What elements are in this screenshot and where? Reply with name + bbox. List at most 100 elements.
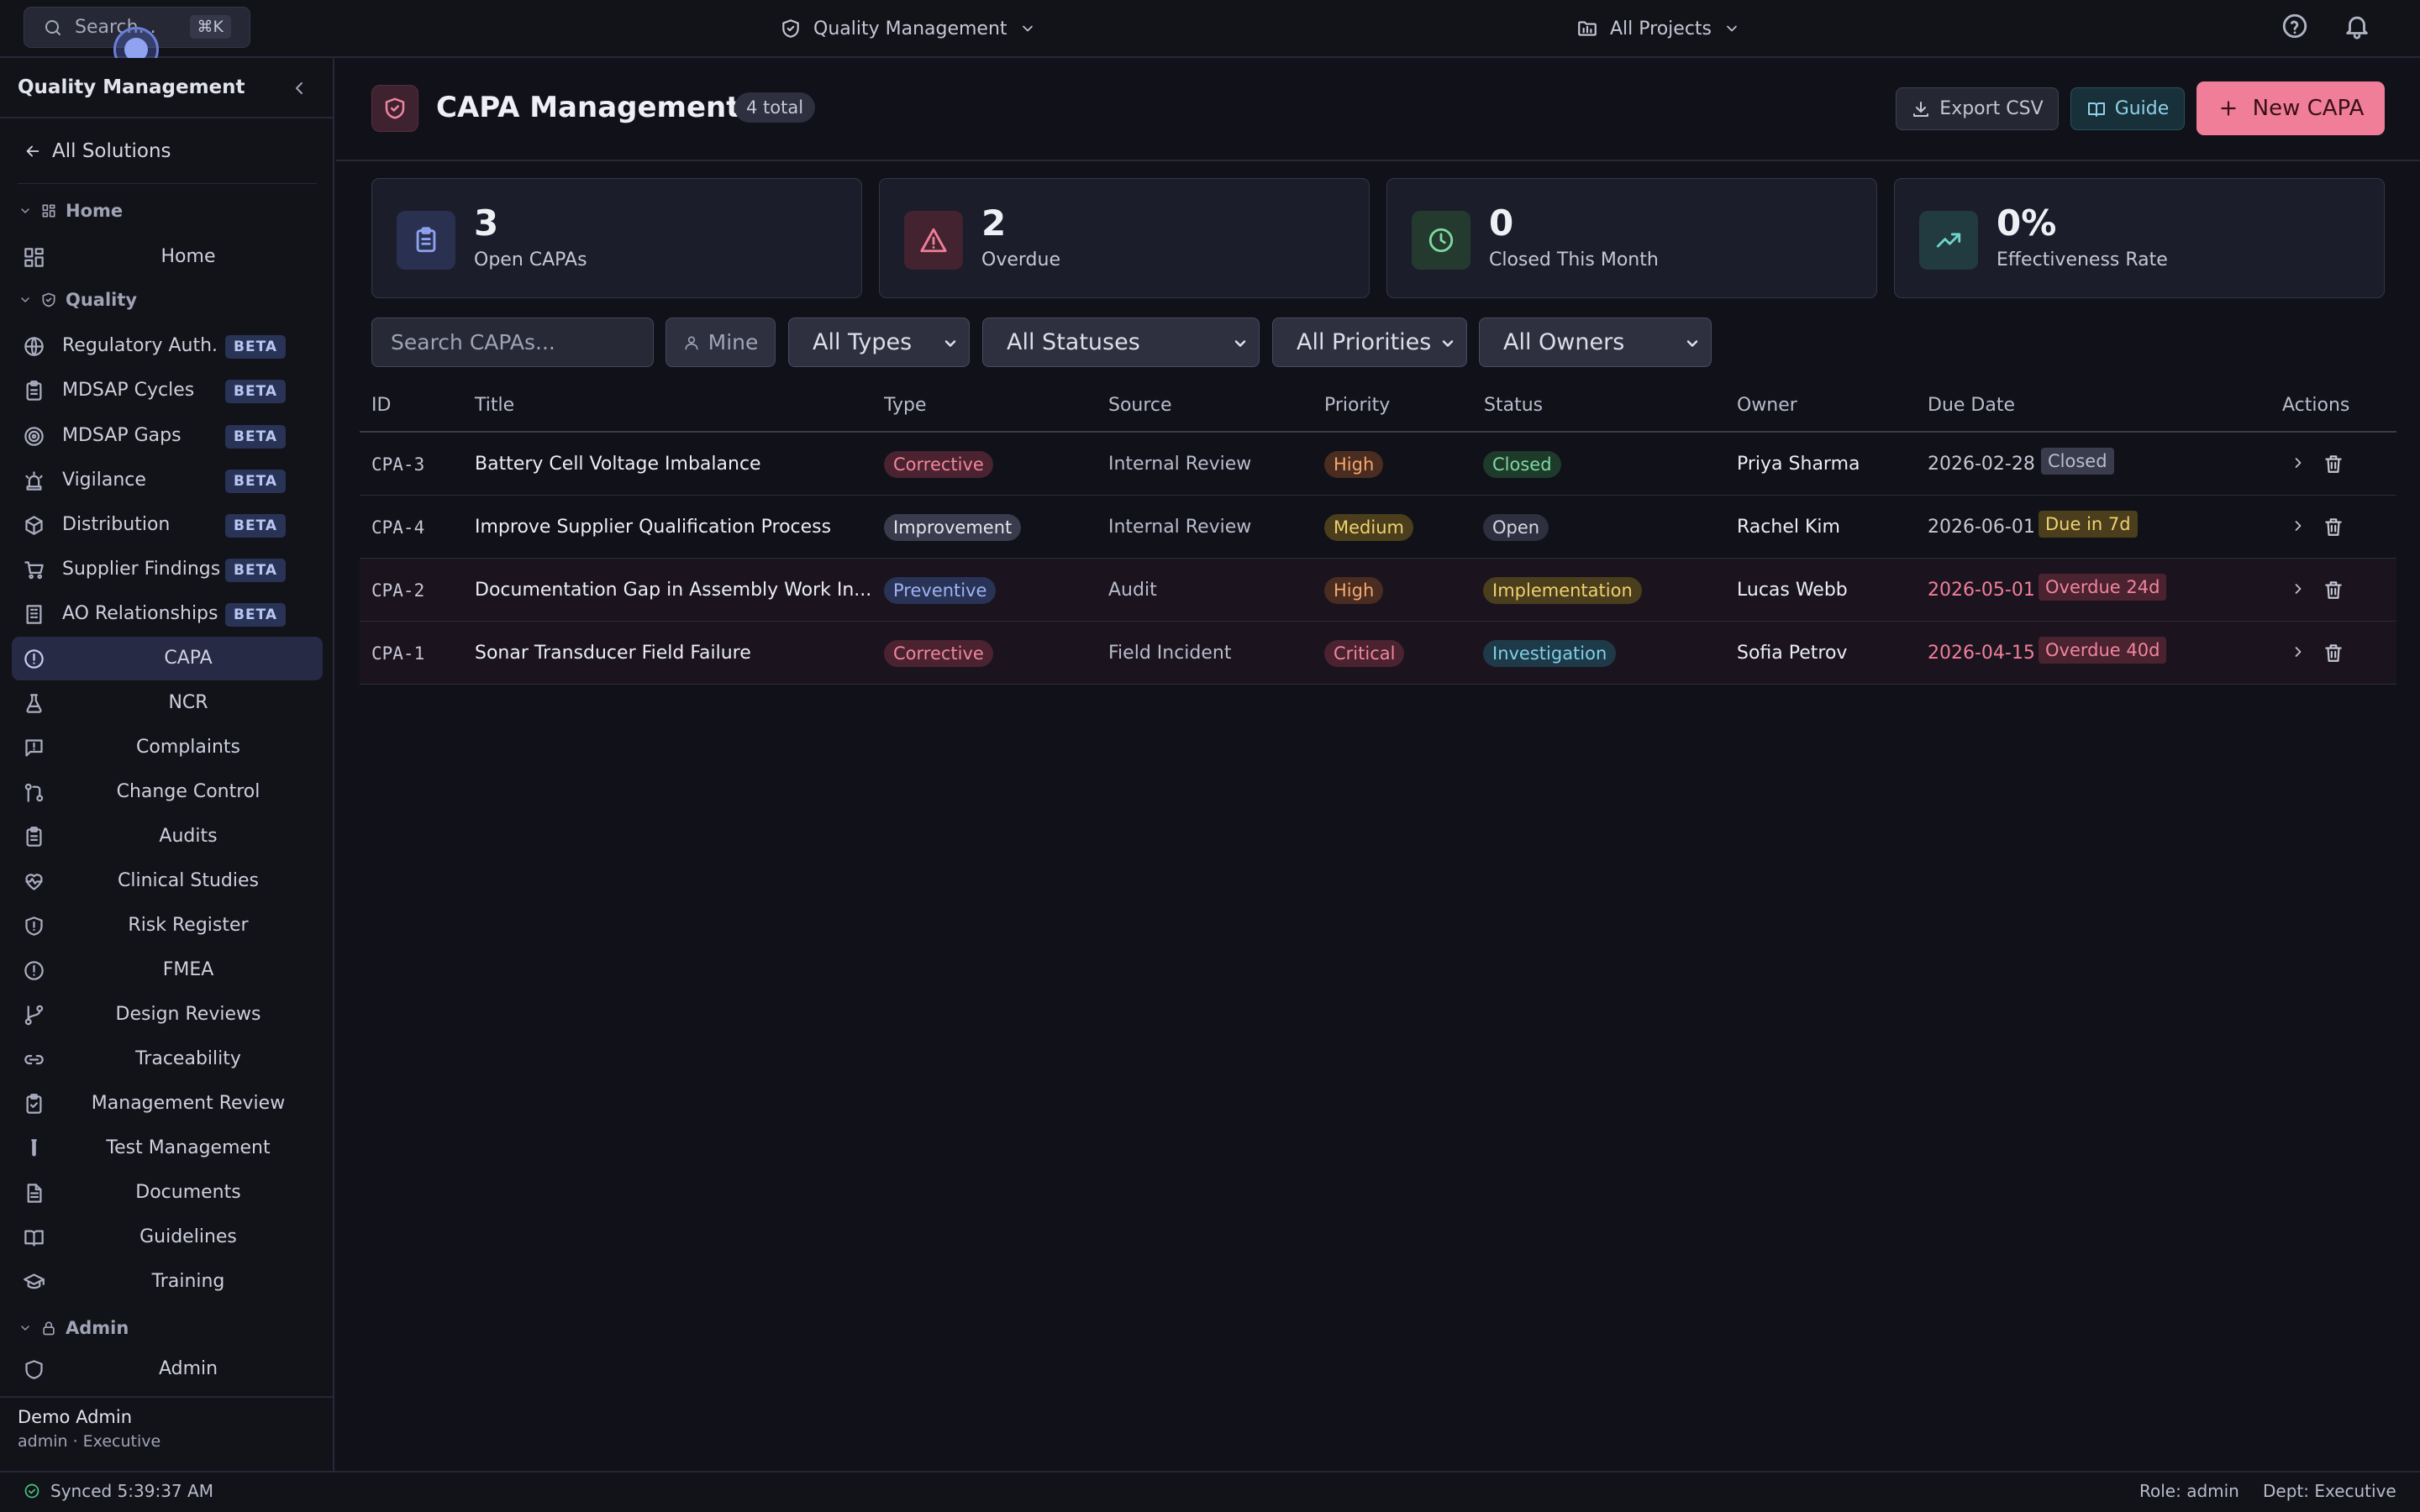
sidebar-item-audits[interactable]: Audits [12,815,323,858]
sidebar-item-change-control[interactable]: Change Control [12,770,323,814]
search-capas-input[interactable] [371,318,654,367]
project-switcher[interactable]: All Projects [1576,13,1740,44]
chevron-right-icon[interactable] [2290,517,2307,534]
role-info: Role: admin [2139,1481,2239,1501]
stat-icon-box [1412,211,1470,270]
column-header-title[interactable]: Title [475,395,514,416]
priority-pill: Medium [1324,514,1413,541]
test-tube-icon [31,1139,37,1157]
chevron-down-icon [1442,340,1454,347]
search-icon [45,19,60,35]
sidebar-item-ao-relationships[interactable]: AO Relationships BETA [12,592,323,636]
sidebar-item-risk-register[interactable]: Risk Register [12,904,323,948]
column-header-owner[interactable]: Owner [1737,395,1797,416]
column-header-status[interactable]: Status [1484,395,1543,416]
user-name[interactable]: Demo Admin [18,1407,132,1427]
chevron-down-icon [21,208,29,213]
owner-filter-select[interactable]: All Owners [1479,318,1712,367]
new-capa-button[interactable]: New CAPA [2196,81,2385,135]
sidebar-item-label: Distribution [62,514,171,535]
sidebar-item-management-review[interactable]: Management Review [12,1082,323,1126]
capa-owner: Lucas Webb [1737,580,1848,601]
mine-filter-button[interactable]: Mine [666,318,776,367]
sidebar-item-documents[interactable]: Documents [12,1171,323,1215]
trash-icon[interactable] [2323,516,2344,538]
sidebar-item-traceability[interactable]: Traceability [12,1037,323,1081]
sidebar-item-distribution[interactable]: Distribution BETA [12,503,323,547]
status-pill: Implementation [1483,577,1642,604]
section-quality[interactable]: Quality [18,290,137,310]
sidebar-item-guidelines[interactable]: Guidelines [12,1215,323,1259]
trash-icon[interactable] [2323,453,2344,475]
sidebar-item-regulatory-auth[interactable]: Regulatory Auth. BETA [12,324,323,368]
column-header-priority[interactable]: Priority [1324,395,1390,416]
status-filter-select[interactable]: All Statuses [982,318,1260,367]
chevron-right-icon[interactable] [2290,454,2307,471]
sidebar-item-test-management[interactable]: Test Management [12,1126,323,1170]
column-header-type[interactable]: Type [884,395,927,416]
sidebar-item-label: Clinical Studies [118,870,259,891]
sidebar-item-mdsap-gaps[interactable]: MDSAP Gaps BETA [12,414,323,458]
bell-icon[interactable] [2343,12,2371,40]
priority-filter-select[interactable]: All Priorities [1272,318,1467,367]
help-icon[interactable] [2281,12,2309,40]
priority-pill: Critical [1324,640,1405,667]
sidebar-item-label: Training [151,1271,225,1292]
stat-value: 0 [1489,202,1514,244]
capa-title[interactable]: Improve Supplier Qualification Process [475,517,870,538]
trash-icon[interactable] [2323,642,2344,664]
table-row[interactable]: CPA-3 Battery Cell Voltage Imbalance Cor… [360,433,2396,496]
chevron-down-icon [1727,25,1737,32]
table-row[interactable]: CPA-2 Documentation Gap in Assembly Work… [360,559,2396,622]
trash-icon[interactable] [2323,579,2344,601]
collapse-sidebar-icon[interactable] [289,78,309,98]
book-open-icon [2087,102,2105,117]
folder-icon [1578,21,1597,36]
capa-title[interactable]: Battery Cell Voltage Imbalance [475,454,870,475]
export-csv-button[interactable]: Export CSV [1896,87,2059,130]
chevron-down-icon [21,297,29,302]
column-header-id[interactable]: ID [371,395,391,416]
section-admin[interactable]: Admin [18,1318,129,1338]
all-solutions-link[interactable]: All Solutions [24,140,171,162]
git-branch-icon [24,1005,44,1026]
type-filter-select[interactable]: All Types [788,318,970,367]
sidebar-item-clinical-studies[interactable]: Clinical Studies [12,859,323,903]
capa-title[interactable]: Documentation Gap in Assembly Work In... [475,580,870,601]
sidebar-item-capa[interactable]: CAPA [12,637,323,680]
priority-filter-value: All Priorities [1297,329,1432,355]
column-header-due-date[interactable]: Due Date [1928,395,2015,416]
sidebar-item-supplier-findings[interactable]: Supplier Findings BETA [12,548,323,591]
capa-title[interactable]: Sonar Transducer Field Failure [475,643,870,664]
sidebar-item-label: Traceability [135,1048,241,1069]
section-home[interactable]: Home [18,201,123,221]
solution-switcher[interactable]: Quality Management [780,13,1036,44]
due-date: 2026-04-15 [1928,643,2035,664]
project-switcher-label: All Projects [1610,18,1712,39]
shield-alert-icon [25,916,43,936]
column-header-source[interactable]: Source [1108,395,1172,416]
sidebar-item-label: Documents [135,1182,241,1203]
chevron-right-icon[interactable] [2290,643,2307,660]
sidebar-item-ncr[interactable]: NCR [12,681,323,725]
sidebar-item-design-reviews[interactable]: Design Reviews [12,993,323,1037]
chevron-right-icon[interactable] [2290,580,2307,597]
capa-owner: Priya Sharma [1737,454,1860,475]
sidebar-item-training[interactable]: Training [12,1260,323,1304]
capa-source: Internal Review [1108,454,1252,475]
table-row[interactable]: CPA-4 Improve Supplier Qualification Pro… [360,496,2396,559]
sidebar-item-admin[interactable]: Admin [12,1347,323,1391]
sidebar-item-complaints[interactable]: Complaints [12,726,323,769]
export-csv-label: Export CSV [1939,98,2044,119]
table-row[interactable]: CPA-1 Sonar Transducer Field Failure Cor… [360,622,2396,685]
sidebar-title: Quality Management [18,76,245,98]
capa-id: CPA-3 [371,454,425,475]
stat-label: Open CAPAs [474,249,587,270]
stat-card-open: 3 Open CAPAs [371,178,862,298]
sidebar-item-home[interactable]: Home [12,235,323,279]
mine-filter-label: Mine [708,330,759,354]
guide-button[interactable]: Guide [2070,87,2185,130]
sidebar-item-fmea[interactable]: FMEA [12,948,323,992]
sidebar-item-mdsap-cycles[interactable]: MDSAP Cycles BETA [12,369,323,412]
sidebar-item-vigilance[interactable]: Vigilance BETA [12,459,323,502]
